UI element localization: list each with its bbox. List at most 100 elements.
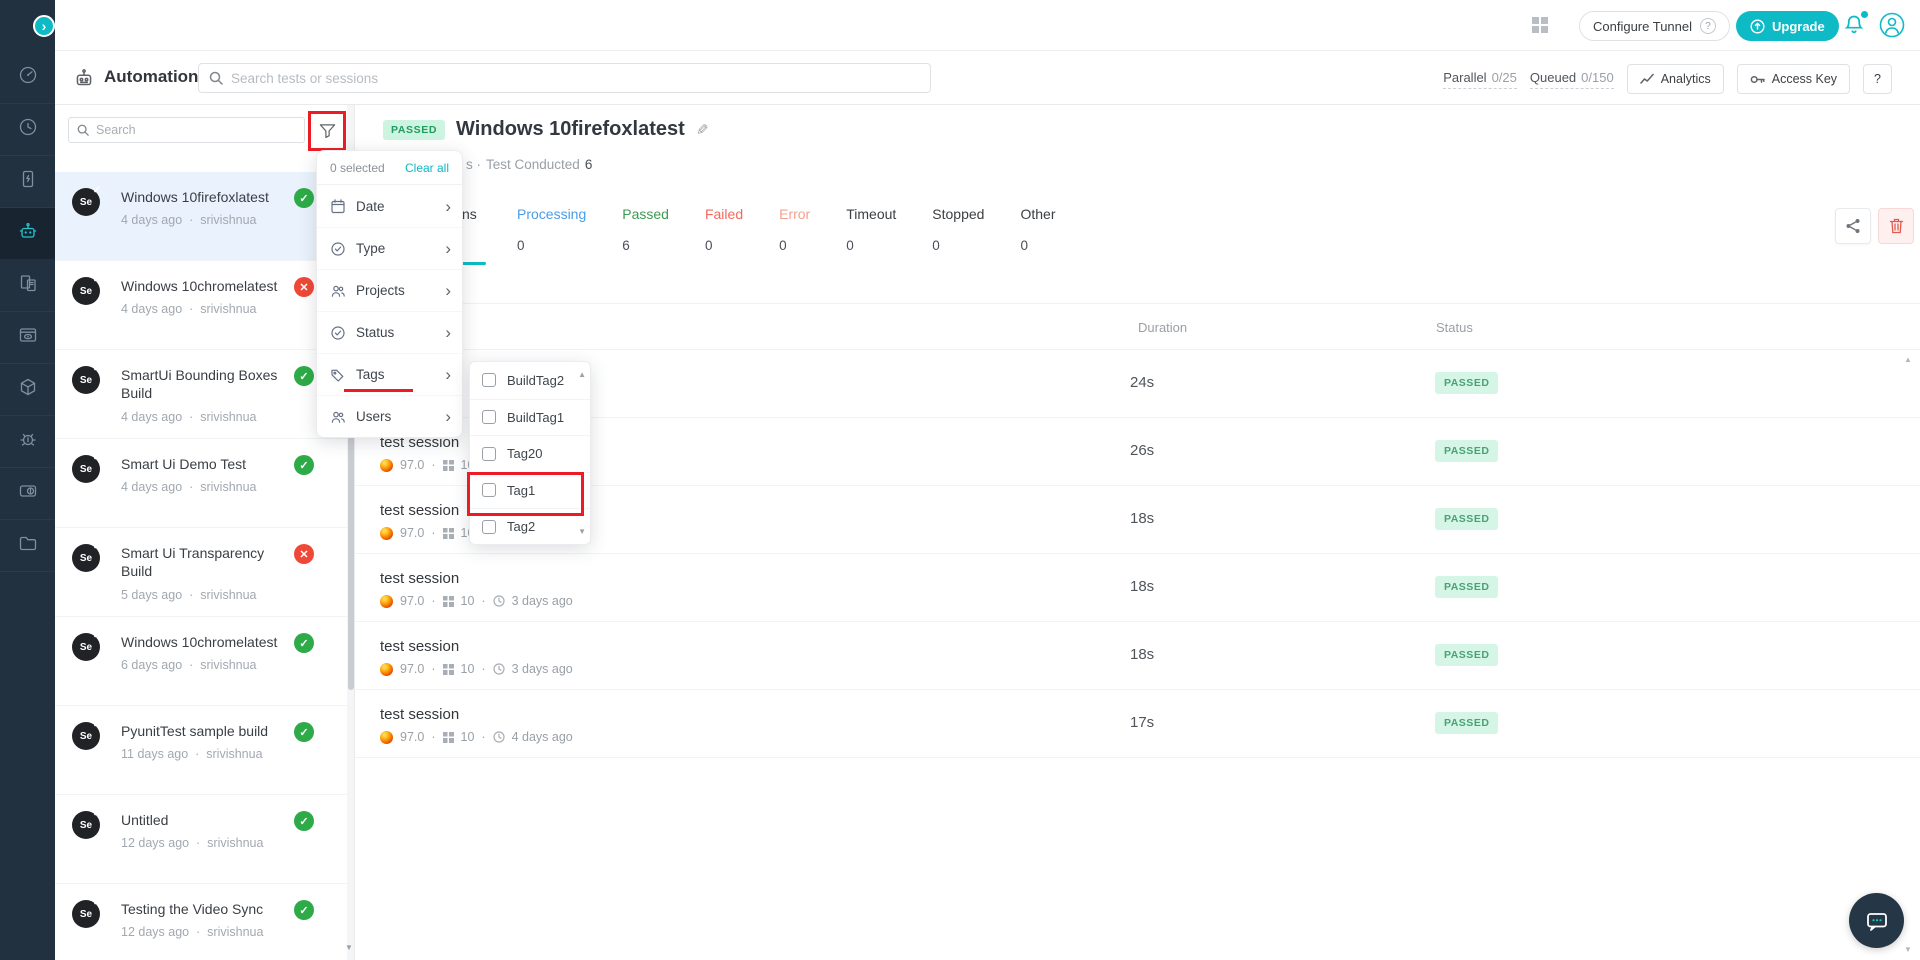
filter-menu-item[interactable]: Projects › [317, 269, 462, 311]
session-name[interactable]: test session [380, 706, 459, 723]
browser-version: 97.0 [400, 730, 424, 744]
dashboard-icon [17, 64, 39, 91]
tag-checkbox[interactable] [482, 483, 496, 497]
build-list-item[interactable]: Se Windows 10chromelatest 6 days ago · s… [55, 617, 347, 706]
stat-value: 0 [705, 238, 743, 253]
sidebar-item-automation[interactable] [0, 208, 55, 260]
access-key-button[interactable]: Access Key [1737, 64, 1850, 94]
tags-scroll-down-icon[interactable]: ▼ [578, 527, 586, 536]
session-time: 4 days ago [512, 730, 573, 744]
tag-option[interactable]: Tag1 [470, 472, 590, 509]
sidebar-item-debug[interactable] [0, 416, 55, 468]
filter-button-annotated[interactable] [308, 111, 346, 151]
user-avatar[interactable] [1878, 11, 1906, 44]
session-time: 3 days ago [512, 662, 573, 676]
clear-all-link[interactable]: Clear all [405, 161, 449, 175]
sidebar-item-hyperexecute[interactable] [0, 364, 55, 416]
windows-icon [443, 460, 454, 471]
queued-quota: Queued 0/150 [1530, 70, 1614, 89]
session-meta: 97.0 · 10 · 4 days ago [380, 730, 573, 744]
delete-button[interactable] [1878, 208, 1914, 244]
session-status-badge: PASSED [1435, 508, 1498, 530]
chat-widget-button[interactable] [1849, 893, 1904, 948]
session-status-badge: PASSED [1435, 644, 1498, 666]
sidebar-item-projects[interactable] [0, 520, 55, 572]
stat-value: 0 [779, 238, 810, 253]
tag-label: BuildTag2 [507, 373, 564, 388]
filter-menu-item[interactable]: Status › [317, 311, 462, 353]
sidebar-expand-button[interactable]: › [33, 15, 55, 37]
table-scroll-down-icon[interactable]: ▼ [1904, 945, 1912, 954]
build-list-item[interactable]: Se Testing the Video Sync 12 days ago · … [55, 884, 347, 960]
tag-checkbox[interactable] [482, 373, 496, 387]
session-name[interactable]: test session [380, 638, 459, 655]
analytics-icon [1640, 73, 1654, 85]
stat-column[interactable]: Timeout 0 [846, 206, 896, 253]
analytics-button[interactable]: Analytics [1627, 64, 1724, 94]
build-list-item[interactable]: Se Smart Ui Transparency Build 5 days ag… [55, 528, 347, 617]
stat-column[interactable]: Processing 0 [517, 206, 586, 253]
tag-option[interactable]: Tag20 [470, 435, 590, 472]
global-search-input[interactable] [231, 71, 920, 86]
edit-title-icon[interactable]: ✎ [696, 121, 709, 139]
stat-column[interactable]: Failed 0 [705, 206, 743, 253]
tag-checkbox[interactable] [482, 447, 496, 461]
filter-item-label: Projects [356, 283, 405, 298]
filter-menu-item[interactable]: Users › [317, 395, 462, 437]
session-row[interactable]: test session 97.0 · 10 · 3 days ago 18s [355, 622, 1920, 690]
parallel-quota: Parallel 0/25 [1443, 70, 1517, 89]
firefox-icon [380, 527, 393, 540]
tunnel-help-icon[interactable]: ? [1700, 18, 1716, 34]
notifications-button[interactable] [1841, 12, 1869, 40]
session-row[interactable]: test session 97.0 · 10 · 4 days ago 17s [355, 690, 1920, 758]
stat-column[interactable]: Stopped 0 [932, 206, 984, 253]
table-scroll-up-icon[interactable]: ▲ [1904, 355, 1912, 364]
configure-tunnel-button[interactable]: Configure Tunnel ? [1579, 11, 1730, 41]
sidebar-item-dashboard[interactable] [0, 52, 55, 104]
tags-scroll-up-icon[interactable]: ▲ [578, 370, 586, 379]
stat-column[interactable]: Passed 6 [622, 206, 669, 253]
sidebar-item-accessibility[interactable] [0, 468, 55, 520]
build-search [68, 117, 305, 143]
selenium-avatar: Se [72, 722, 100, 750]
tag-checkbox[interactable] [482, 520, 496, 534]
filter-menu-item[interactable]: Tags › [317, 353, 462, 395]
access-key-label: Access Key [1772, 72, 1837, 86]
build-list-item[interactable]: Se Smart Ui Demo Test 4 days ago · srivi… [55, 439, 347, 528]
build-meta: 4 days ago · srivishnua [121, 410, 293, 424]
folder-icon [17, 532, 39, 559]
firefox-icon [380, 595, 393, 608]
tag-option[interactable]: BuildTag2 [470, 362, 590, 399]
help-button[interactable]: ? [1863, 64, 1892, 94]
build-search-input[interactable] [96, 123, 296, 137]
session-name[interactable]: test session [380, 502, 459, 519]
browser-version: 97.0 [400, 662, 424, 676]
top-bar: Configure Tunnel ? Upgrade [55, 0, 1920, 51]
analytics-label: Analytics [1661, 72, 1711, 86]
share-button[interactable] [1835, 208, 1871, 244]
apps-grid-icon[interactable] [1532, 17, 1548, 33]
share-icon [1845, 218, 1861, 234]
sidebar-item-app-testing[interactable] [0, 156, 55, 208]
sidebar-item-smartui[interactable] [0, 312, 55, 364]
chat-bubble-icon [1864, 908, 1890, 934]
sidebar-item-app-automation[interactable] [0, 260, 55, 312]
upgrade-arrow-icon [1750, 19, 1765, 34]
filter-menu-item[interactable]: Type › [317, 227, 462, 269]
upgrade-button[interactable]: Upgrade [1736, 11, 1839, 41]
tag-option[interactable]: BuildTag1 [470, 399, 590, 436]
filter-menu-item[interactable]: Date › [317, 185, 462, 227]
stat-column[interactable]: Other 0 [1020, 206, 1055, 253]
tag-checkbox[interactable] [482, 410, 496, 424]
session-row[interactable]: test session 97.0 · 10 · 3 days ago 18s [355, 554, 1920, 622]
build-list-item[interactable]: Se Windows 10chromelatest 4 days ago · s… [55, 261, 347, 350]
build-list-item[interactable]: Se SmartUi Bounding Boxes Build 4 days a… [55, 350, 347, 439]
scroll-down-icon[interactable]: ▼ [345, 943, 353, 952]
session-name[interactable]: test session [380, 570, 459, 587]
stat-column[interactable]: Error 0 [779, 206, 810, 253]
build-list-item[interactable]: Se PyunitTest sample build 11 days ago ·… [55, 706, 347, 795]
build-list-item[interactable]: Se Untitled 12 days ago · srivishnua [55, 795, 347, 884]
build-list-item[interactable]: Se Windows 10firefoxlatest 4 days ago · … [55, 172, 347, 261]
sidebar-item-realtime[interactable] [0, 104, 55, 156]
sessions-tab-fragment[interactable]: ns [462, 206, 477, 222]
